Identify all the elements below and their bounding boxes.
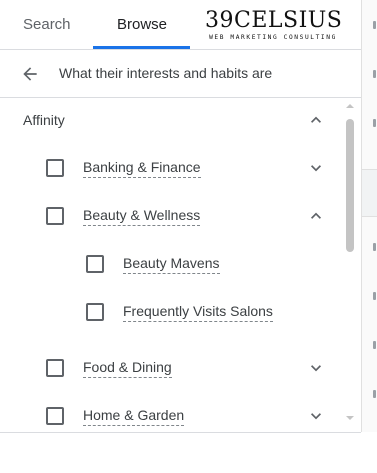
adjacent-panel-mark (373, 292, 376, 300)
category-label-food-dining: Food & Dining (83, 358, 172, 378)
scrollbar-thumb[interactable] (346, 119, 354, 252)
brand-logo: 39CELSIUS WEB MARKETING CONSULTING (205, 8, 343, 42)
checkbox-banking-finance[interactable] (46, 159, 64, 177)
tab-search[interactable]: Search (23, 0, 71, 49)
adjacent-panel-mark (373, 243, 376, 251)
tab-bar: Search Browse 39CELSIUS WEB MARKETING CO… (0, 0, 361, 50)
category-label-banking-finance: Banking & Finance (83, 158, 201, 178)
adjacent-panel-mark (373, 21, 376, 29)
adjacent-panel-mark (373, 70, 376, 78)
category-beauty-wellness[interactable]: Beauty & Wellness (0, 192, 345, 240)
section-affinity[interactable]: Affinity (0, 96, 345, 144)
adjacent-panel-mark (373, 119, 376, 127)
category-food-dining[interactable]: Food & Dining (0, 344, 345, 392)
section-affinity-label: Affinity (23, 112, 65, 128)
brand-tagline: WEB MARKETING CONSULTING (209, 34, 337, 41)
adjacent-panel-band (362, 169, 377, 217)
audience-browse-panel: Search Browse 39CELSIUS WEB MARKETING CO… (0, 0, 361, 432)
subcategory-beauty-mavens[interactable]: Beauty Mavens (0, 240, 345, 288)
adjacent-panel-edge (361, 0, 377, 432)
chevron-down-icon[interactable] (306, 358, 326, 378)
brand-name: 39CELSIUS (205, 8, 343, 33)
active-tab-indicator (93, 46, 190, 49)
subcategory-label-frequently-visits-salons: Frequently Visits Salons (123, 302, 273, 322)
chevron-down-icon[interactable] (306, 158, 326, 178)
scroll-down-arrow-icon[interactable] (345, 413, 355, 423)
checkbox-food-dining[interactable] (46, 359, 64, 377)
category-banking-finance[interactable]: Banking & Finance (0, 144, 345, 192)
adjacent-panel-mark (373, 390, 376, 398)
checkbox-frequently-visits-salons[interactable] (86, 303, 104, 321)
scroll-up-arrow-icon[interactable] (345, 101, 355, 111)
subcategory-frequently-visits-salons[interactable]: Frequently Visits Salons (0, 288, 345, 336)
subcategory-label-beauty-mavens: Beauty Mavens (123, 254, 220, 274)
back-row: What their interests and habits are (0, 50, 361, 98)
category-label-home-garden: Home & Garden (83, 406, 185, 426)
back-row-title: What their interests and habits are (59, 65, 273, 81)
checkbox-beauty-mavens[interactable] (86, 255, 104, 273)
tab-browse[interactable]: Browse (117, 0, 167, 49)
chevron-down-icon[interactable] (306, 406, 326, 426)
arrow-back-icon[interactable] (20, 64, 40, 84)
category-label-beauty-wellness: Beauty & Wellness (83, 206, 201, 226)
panel-bottom-divider (0, 432, 361, 433)
category-home-garden[interactable]: Home & Garden (0, 392, 345, 432)
chevron-up-icon[interactable] (306, 206, 326, 226)
checkbox-home-garden[interactable] (46, 407, 64, 425)
checkbox-beauty-wellness[interactable] (46, 207, 64, 225)
adjacent-panel-mark (373, 341, 376, 349)
chevron-up-icon[interactable] (306, 110, 326, 130)
